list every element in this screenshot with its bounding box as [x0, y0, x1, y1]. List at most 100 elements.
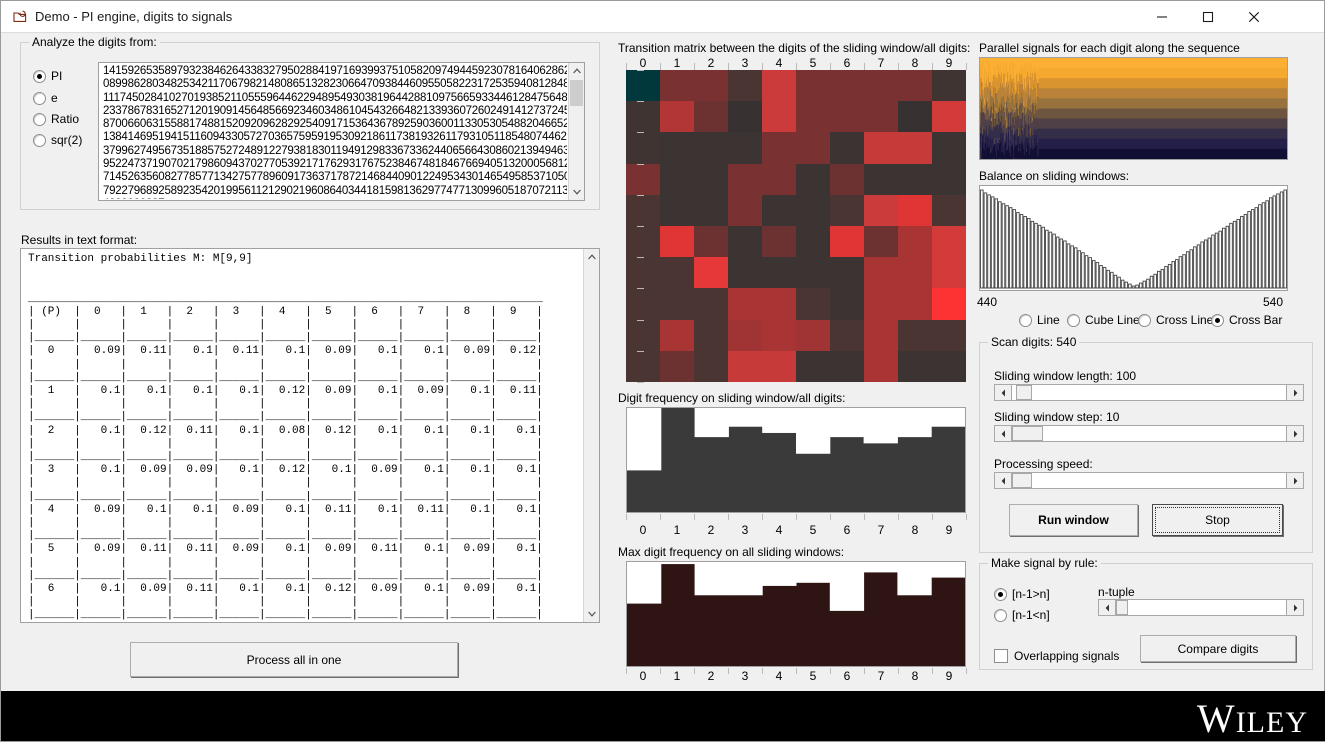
- results-scrollbar[interactable]: [583, 249, 599, 622]
- slider-track[interactable]: [1012, 426, 1286, 441]
- radio-source-sqrt2[interactable]: sqr(2): [33, 133, 82, 147]
- parallel-signals-chart[interactable]: [979, 57, 1288, 160]
- heatmap-cell[interactable]: [796, 257, 830, 289]
- heatmap-cell[interactable]: [830, 350, 864, 382]
- heatmap-cell[interactable]: [660, 70, 694, 102]
- heatmap-cell[interactable]: [728, 288, 762, 320]
- heatmap-cell[interactable]: [796, 132, 830, 164]
- heatmap-cell[interactable]: [728, 226, 762, 258]
- heatmap-cell[interactable]: [932, 163, 966, 195]
- slider-track[interactable]: [1012, 473, 1286, 488]
- heatmap-cell[interactable]: [796, 163, 830, 195]
- heatmap-cell[interactable]: [762, 70, 796, 102]
- heatmap-cell[interactable]: [694, 70, 728, 102]
- heatmap-cell[interactable]: [864, 319, 898, 351]
- processing-speed-slider[interactable]: [994, 472, 1304, 489]
- heatmap-cell[interactable]: [830, 226, 864, 258]
- heatmap-cell[interactable]: [660, 350, 694, 382]
- heatmap-cell[interactable]: [762, 257, 796, 289]
- maximize-button[interactable]: [1185, 1, 1231, 32]
- heatmap-cell[interactable]: [762, 194, 796, 226]
- heatmap-cell[interactable]: [762, 288, 796, 320]
- heatmap-cell[interactable]: [864, 288, 898, 320]
- process-all-button[interactable]: Process all in one: [130, 642, 458, 677]
- heatmap-cell[interactable]: [830, 101, 864, 133]
- slider-thumb[interactable]: [1012, 473, 1032, 488]
- heatmap-cell[interactable]: [830, 132, 864, 164]
- heatmap-cell[interactable]: [660, 257, 694, 289]
- heatmap-cell[interactable]: [898, 70, 932, 102]
- heatmap-cell[interactable]: [898, 101, 932, 133]
- radio-source-pi[interactable]: PI: [33, 69, 62, 83]
- heatmap-cell[interactable]: [898, 163, 932, 195]
- heatmap-cell[interactable]: [660, 101, 694, 133]
- heatmap-cell[interactable]: [660, 226, 694, 258]
- heatmap-cell[interactable]: [694, 288, 728, 320]
- radio-source-ratio[interactable]: Ratio: [33, 112, 79, 126]
- radio-mode-line[interactable]: Line: [1019, 313, 1060, 327]
- heatmap-cell[interactable]: [830, 319, 864, 351]
- heatmap-cell[interactable]: [626, 70, 660, 102]
- radio-mode-cube-line[interactable]: Cube Line: [1067, 313, 1140, 327]
- overlapping-signals-checkbox[interactable]: Overlapping signals: [994, 649, 1119, 663]
- radio-rule-greater[interactable]: [n-1>n]: [994, 587, 1050, 601]
- heatmap-cell[interactable]: [728, 350, 762, 382]
- heatmap-cell[interactable]: [660, 194, 694, 226]
- window-length-slider[interactable]: [994, 384, 1304, 401]
- heatmap-cell[interactable]: [660, 319, 694, 351]
- heatmap-cell[interactable]: [626, 257, 660, 289]
- heatmap-cell[interactable]: [728, 257, 762, 289]
- slider-right-arrow-icon[interactable]: [1286, 426, 1303, 441]
- heatmap-cell[interactable]: [830, 163, 864, 195]
- heatmap-cell[interactable]: [932, 319, 966, 351]
- digits-scrollbar[interactable]: [568, 63, 584, 200]
- slider-right-arrow-icon[interactable]: [1286, 473, 1303, 488]
- heatmap-cell[interactable]: [898, 194, 932, 226]
- stop-button[interactable]: Stop: [1152, 504, 1283, 536]
- heatmap-cell[interactable]: [864, 101, 898, 133]
- heatmap-cell[interactable]: [830, 194, 864, 226]
- heatmap-cell[interactable]: [830, 70, 864, 102]
- heatmap-cell[interactable]: [796, 70, 830, 102]
- heatmap-cell[interactable]: [898, 226, 932, 258]
- scroll-down-icon[interactable]: [584, 606, 599, 622]
- heatmap-cell[interactable]: [660, 132, 694, 164]
- slider-thumb[interactable]: [1012, 426, 1043, 441]
- window-step-slider[interactable]: [994, 425, 1304, 442]
- heatmap-cell[interactable]: [694, 350, 728, 382]
- heatmap-cell[interactable]: [932, 257, 966, 289]
- slider-left-arrow-icon[interactable]: [995, 426, 1012, 441]
- heatmap-cell[interactable]: [932, 132, 966, 164]
- radio-mode-cross-line[interactable]: Cross Line: [1138, 313, 1213, 327]
- heatmap-cell[interactable]: [932, 226, 966, 258]
- heatmap-cell[interactable]: [932, 70, 966, 102]
- radio-rule-less[interactable]: [n-1<n]: [994, 608, 1050, 622]
- heatmap-cell[interactable]: [626, 288, 660, 320]
- run-window-button[interactable]: Run window: [1009, 504, 1138, 536]
- heatmap-cell[interactable]: [762, 132, 796, 164]
- heatmap-cell[interactable]: [864, 194, 898, 226]
- heatmap-cell[interactable]: [796, 350, 830, 382]
- heatmap-cell[interactable]: [796, 194, 830, 226]
- heatmap-cell[interactable]: [898, 319, 932, 351]
- heatmap-cell[interactable]: [626, 132, 660, 164]
- heatmap-cell[interactable]: [694, 257, 728, 289]
- close-button[interactable]: [1231, 1, 1277, 32]
- heatmap-cell[interactable]: [762, 319, 796, 351]
- heatmap-cell[interactable]: [694, 319, 728, 351]
- heatmap-cell[interactable]: [932, 288, 966, 320]
- slider-left-arrow-icon[interactable]: [995, 385, 1012, 400]
- slider-left-arrow-icon[interactable]: [1099, 600, 1116, 615]
- heatmap-cell[interactable]: [626, 350, 660, 382]
- heatmap-cell[interactable]: [694, 226, 728, 258]
- heatmap-cell[interactable]: [898, 257, 932, 289]
- heatmap-cell[interactable]: [694, 163, 728, 195]
- heatmap-cell[interactable]: [864, 257, 898, 289]
- heatmap-cell[interactable]: [626, 194, 660, 226]
- heatmap-cell[interactable]: [728, 194, 762, 226]
- transition-matrix-heatmap[interactable]: [626, 70, 966, 382]
- heatmap-cell[interactable]: [694, 101, 728, 133]
- scroll-down-icon[interactable]: [569, 184, 584, 200]
- heatmap-cell[interactable]: [728, 70, 762, 102]
- heatmap-cell[interactable]: [898, 288, 932, 320]
